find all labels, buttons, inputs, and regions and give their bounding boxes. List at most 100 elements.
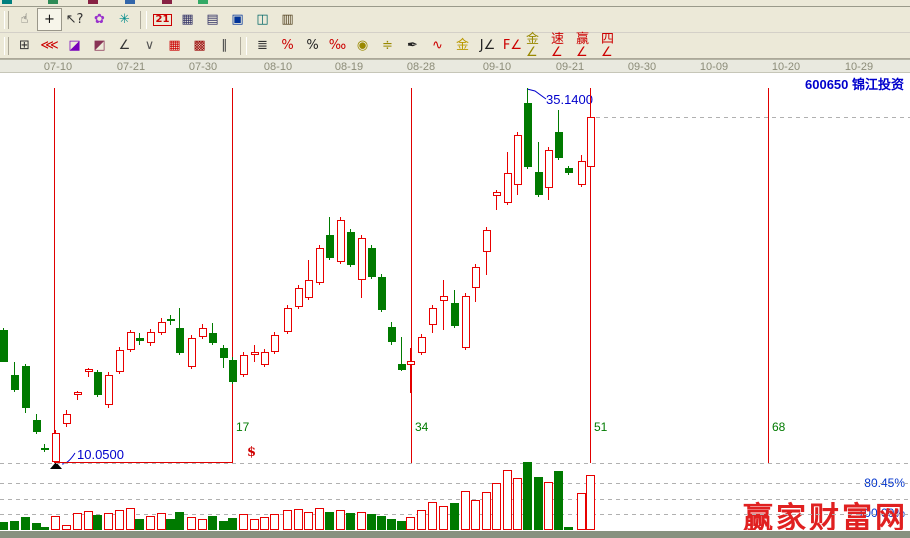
- volume-bar: [534, 477, 543, 530]
- volume-bar: [228, 518, 237, 530]
- date-tick: 10-29: [837, 61, 881, 73]
- hand-tool-glyph: ☝: [21, 13, 29, 26]
- volume-bar: [157, 513, 166, 530]
- volume-bar: [21, 517, 30, 530]
- candle-down: [368, 248, 376, 277]
- cropped-icon-fragment: [48, 0, 58, 4]
- flower-brush-tool-glyph: ✿: [94, 13, 105, 26]
- wave-band-tool-glyph: ∿: [432, 39, 443, 52]
- j-angle-tool-icon[interactable]: J∠: [475, 34, 500, 57]
- candle-up: [407, 361, 415, 365]
- f-angle-tool-icon[interactable]: F∠: [500, 34, 525, 57]
- win-angle-tool-icon[interactable]: 赢∠: [575, 34, 600, 57]
- candle-down: [524, 103, 532, 167]
- gold-bands-tool-glyph: ≑: [382, 39, 393, 52]
- smart-analysis-tool-glyph: ✳: [119, 13, 130, 26]
- gold-angle-tool-icon[interactable]: 金∠: [525, 34, 550, 57]
- f-angle-tool-glyph: F∠: [503, 39, 522, 52]
- candle-up: [587, 117, 595, 167]
- volume-bar: [93, 515, 102, 530]
- four-angle-tool-icon[interactable]: 四∠: [600, 34, 625, 57]
- chart-area[interactable]: 600650 锦江投资 35.1400 10.0500 $ 80.45% 100…: [0, 73, 910, 530]
- date-tick: 09-21: [548, 61, 592, 73]
- candle-up: [188, 338, 196, 367]
- gann-fan-tool-icon[interactable]: ⋘: [37, 34, 62, 57]
- crosshair-tool-glyph: +: [44, 13, 55, 26]
- report-tool-icon[interactable]: ▤: [200, 8, 225, 31]
- candle-up: [240, 355, 248, 375]
- volume-bar: [126, 508, 135, 530]
- candle-up: [545, 150, 553, 188]
- volume-bar: [544, 482, 553, 530]
- date-tick: 10-09: [692, 61, 736, 73]
- gold-underline-tool-icon[interactable]: 金: [450, 34, 475, 57]
- toolbar-handle[interactable]: [4, 11, 9, 29]
- app-window: ☝+↖?✿✳21▦▤▣◫▥ ⊞⋘◪◩∠∨▦▩∥≣%%‰◉≑✒∿金J∠F∠金∠速∠…: [0, 0, 910, 538]
- trend-rays-tool-glyph: ∠: [119, 39, 131, 52]
- fib-timezone-label: 17: [236, 420, 249, 434]
- crosshair-tool-icon[interactable]: +: [37, 8, 62, 31]
- fan-box-tool-icon[interactable]: ◩: [87, 34, 112, 57]
- calculator-tool-icon[interactable]: ▦: [175, 8, 200, 31]
- grid-arrow-tool-glyph: ▩: [193, 39, 205, 52]
- candle-down: [535, 172, 543, 195]
- volume-bar: [0, 522, 8, 530]
- calendar-tool-icon[interactable]: 21: [150, 8, 175, 31]
- candle-down: [22, 366, 30, 408]
- candle-down: [326, 235, 334, 258]
- percent-zone-tool-icon[interactable]: %: [275, 34, 300, 57]
- date-tick: 08-10: [256, 61, 300, 73]
- fib-timezone-line: [54, 88, 55, 463]
- workstation-tool-icon[interactable]: ▥: [275, 8, 300, 31]
- fib-base-line: [54, 462, 233, 463]
- candle-down: [11, 375, 19, 390]
- parallel-lines-tool-icon[interactable]: ∥: [212, 34, 237, 57]
- volume-bar: [523, 462, 532, 530]
- pen-box-tool-icon[interactable]: ◪: [62, 34, 87, 57]
- candle-up: [462, 296, 470, 348]
- volume-ladder-tool-glyph: ≣: [257, 39, 268, 52]
- ink-pen-tool-icon[interactable]: ✒: [400, 34, 425, 57]
- zigzag-tool-icon[interactable]: ∨: [137, 34, 162, 57]
- candle-down: [229, 360, 237, 382]
- cropped-icon-fragment: [198, 0, 208, 4]
- candle-up: [261, 352, 269, 365]
- flower-brush-tool-icon[interactable]: ✿: [87, 8, 112, 31]
- candle-up: [305, 280, 313, 298]
- volume-ladder-tool-icon[interactable]: ≣: [250, 34, 275, 57]
- volume-bar: [503, 470, 512, 530]
- grid-tool-icon[interactable]: ▦: [162, 34, 187, 57]
- volume-bar: [208, 516, 217, 530]
- percent-tool-icon[interactable]: %: [300, 34, 325, 57]
- volume-bar: [84, 511, 93, 530]
- candle-up: [105, 375, 113, 405]
- percent-line-tool-icon[interactable]: ‰: [325, 34, 350, 57]
- axis-frame-tool-icon[interactable]: ⊞: [12, 34, 37, 57]
- fib-timezone-line: [768, 88, 769, 463]
- volume-bar: [577, 493, 586, 530]
- volume-bar: [482, 492, 491, 530]
- grid-arrow-tool-icon[interactable]: ▩: [187, 34, 212, 57]
- candle-down: [41, 448, 49, 450]
- gold-coin-tool-icon[interactable]: ◉: [350, 34, 375, 57]
- save-tool-icon[interactable]: ▣: [225, 8, 250, 31]
- candle-down: [209, 333, 217, 343]
- volume-bar: [406, 517, 415, 530]
- hand-tool-icon[interactable]: ☝: [12, 8, 37, 31]
- trend-rays-tool-icon[interactable]: ∠: [112, 34, 137, 57]
- gold-coin-tool-glyph: ◉: [357, 39, 368, 52]
- speed-angle-tool-icon[interactable]: 速∠: [550, 34, 575, 57]
- wave-band-tool-icon[interactable]: ∿: [425, 34, 450, 57]
- save-browse-tool-glyph: ◫: [256, 13, 268, 26]
- volume-bar: [283, 510, 292, 530]
- pointer-query-tool-icon[interactable]: ↖?: [62, 8, 87, 31]
- candle-down: [388, 327, 396, 342]
- volume-bar: [115, 510, 124, 530]
- save-browse-tool-icon[interactable]: ◫: [250, 8, 275, 31]
- gold-bands-tool-icon[interactable]: ≑: [375, 34, 400, 57]
- toolbar-handle[interactable]: [4, 37, 9, 55]
- gold-angle-tool-glyph: 金∠: [526, 33, 549, 59]
- volume-bar: [377, 516, 386, 530]
- smart-analysis-tool-icon[interactable]: ✳: [112, 8, 137, 31]
- volume-bar: [417, 510, 426, 530]
